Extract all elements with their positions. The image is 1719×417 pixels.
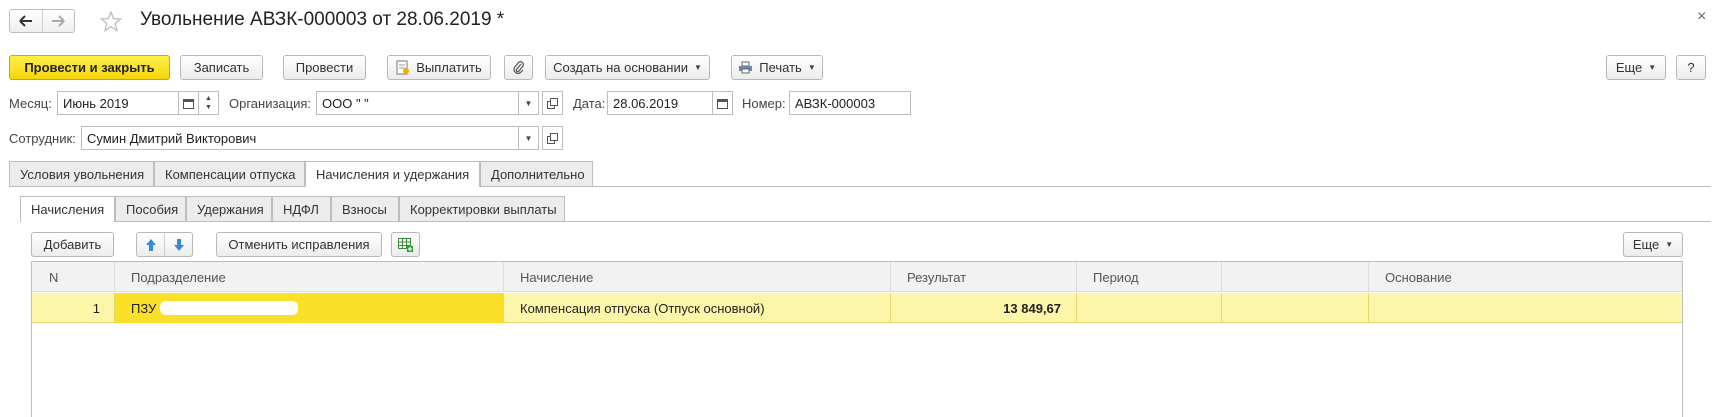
help-button[interactable]: ?: [1676, 55, 1706, 80]
open-link-icon: [547, 97, 558, 109]
month-calendar-button[interactable]: [178, 91, 199, 115]
organization-field[interactable]: ООО " ": [316, 91, 519, 115]
column-header-n[interactable]: N: [32, 262, 115, 292]
cell-n[interactable]: 1: [32, 293, 115, 323]
cell-division-text: ПЗУ: [131, 300, 157, 316]
column-header-basis[interactable]: Основание: [1369, 262, 1682, 292]
window-title: Увольнение АВЗК-000003 от 28.06.2019 *: [140, 9, 505, 30]
document-pay-icon: [396, 60, 410, 75]
chevron-down-icon: ▼: [524, 133, 533, 143]
star-icon[interactable]: [100, 11, 122, 32]
table-more-button[interactable]: Еще ▼: [1623, 232, 1683, 257]
subtab-accruals[interactable]: Начисления: [20, 196, 115, 222]
stepper-down-icon: ▼: [205, 104, 212, 111]
back-button[interactable]: [10, 10, 43, 32]
arrow-up-icon: [145, 238, 156, 251]
month-stepper[interactable]: ▲ ▼: [198, 91, 219, 115]
cell-accrual[interactable]: Компенсация отпуска (Отпуск основной): [504, 293, 891, 323]
redacted-mark: [160, 301, 299, 315]
cell-basis[interactable]: [1369, 293, 1682, 323]
tab-additional[interactable]: Дополнительно: [480, 161, 593, 186]
chevron-down-icon: ▼: [524, 98, 533, 108]
column-header-extra[interactable]: [1222, 262, 1369, 292]
column-header-division[interactable]: Подразделение: [115, 262, 504, 292]
paperclip-icon: [512, 60, 524, 74]
print-button[interactable]: Печать ▼: [731, 55, 823, 80]
subtab-benefits[interactable]: Пособия: [115, 196, 186, 221]
save-button[interactable]: Записать: [180, 55, 263, 80]
cell-result[interactable]: 13 849,67: [891, 293, 1077, 323]
post-and-close-button[interactable]: Провести и закрыть: [9, 55, 170, 80]
month-label: Месяц:: [9, 96, 52, 111]
chevron-down-icon: ▼: [807, 63, 816, 72]
column-header-result[interactable]: Результат: [891, 262, 1077, 292]
pay-button[interactable]: Выплатить: [387, 55, 491, 80]
move-buttons-group: [136, 232, 193, 257]
subtab-contributions[interactable]: Взносы: [331, 196, 399, 221]
organization-label: Организация:: [229, 96, 312, 111]
arrow-left-icon: [19, 15, 32, 27]
tab-dismissal-conditions[interactable]: Условия увольнения: [9, 161, 154, 186]
cell-division[interactable]: ПЗУ: [115, 293, 504, 323]
arrow-down-icon: [173, 238, 184, 251]
number-field[interactable]: АВЗК-000003: [789, 91, 911, 115]
more-button-label: Еще: [1615, 60, 1643, 75]
cell-extra[interactable]: [1222, 293, 1369, 323]
forward-button[interactable]: [43, 10, 75, 32]
add-button[interactable]: Добавить: [31, 232, 114, 257]
print-button-label: Печать: [759, 60, 802, 75]
tab-accruals-deductions[interactable]: Начисления и удержания: [305, 161, 480, 187]
subtabs-baseline: [20, 221, 1710, 222]
move-up-button[interactable]: [137, 233, 165, 256]
chevron-down-icon: ▼: [693, 63, 702, 72]
move-down-button[interactable]: [165, 233, 192, 256]
tabs-baseline: [9, 186, 1710, 187]
number-label: Номер:: [742, 96, 786, 111]
employee-label: Сотрудник:: [9, 131, 76, 146]
table-add-icon: [397, 237, 413, 252]
more-button[interactable]: Еще ▼: [1606, 55, 1666, 80]
column-header-period[interactable]: Период: [1077, 262, 1222, 292]
date-field[interactable]: 28.06.2019: [607, 91, 713, 115]
open-link-icon: [547, 132, 558, 144]
chevron-down-icon: ▼: [1648, 63, 1657, 72]
organization-open-button[interactable]: [542, 91, 563, 115]
calendar-icon: [183, 98, 194, 109]
organization-dropdown-button[interactable]: ▼: [518, 91, 539, 115]
employee-field[interactable]: Сумин Дмитрий Викторович: [81, 126, 519, 150]
nav-buttons-group: [9, 9, 75, 33]
create-based-on-label: Создать на основании: [553, 60, 688, 75]
chevron-down-icon: ▼: [1665, 240, 1674, 249]
subtab-ndfl[interactable]: НДФЛ: [272, 196, 331, 221]
date-label: Дата:: [573, 96, 606, 111]
column-header-accrual[interactable]: Начисление: [504, 262, 891, 292]
subtab-deductions[interactable]: Удержания: [186, 196, 272, 221]
printer-icon: [739, 61, 753, 74]
post-button[interactable]: Провести: [283, 55, 366, 80]
close-icon[interactable]: ×: [1697, 8, 1706, 26]
cell-period[interactable]: [1077, 293, 1222, 323]
attach-button[interactable]: [504, 55, 533, 80]
calendar-icon: [717, 98, 728, 109]
date-calendar-button[interactable]: [712, 91, 733, 115]
tab-vacation-compensation[interactable]: Компенсации отпуска: [154, 161, 305, 186]
cancel-corrections-button[interactable]: Отменить исправления: [216, 232, 382, 257]
table-settings-button[interactable]: [391, 232, 420, 257]
stepper-up-icon: ▲: [205, 95, 212, 102]
subtab-payment-adjustments[interactable]: Корректировки выплаты: [399, 196, 565, 221]
employee-open-button[interactable]: [542, 126, 563, 150]
create-based-on-button[interactable]: Создать на основании ▼: [545, 55, 710, 80]
month-field[interactable]: Июнь 2019: [57, 91, 179, 115]
arrow-right-icon: [52, 15, 65, 27]
pay-button-label: Выплатить: [416, 60, 482, 75]
employee-dropdown-button[interactable]: ▼: [518, 126, 539, 150]
table-more-label: Еще: [1632, 237, 1660, 252]
